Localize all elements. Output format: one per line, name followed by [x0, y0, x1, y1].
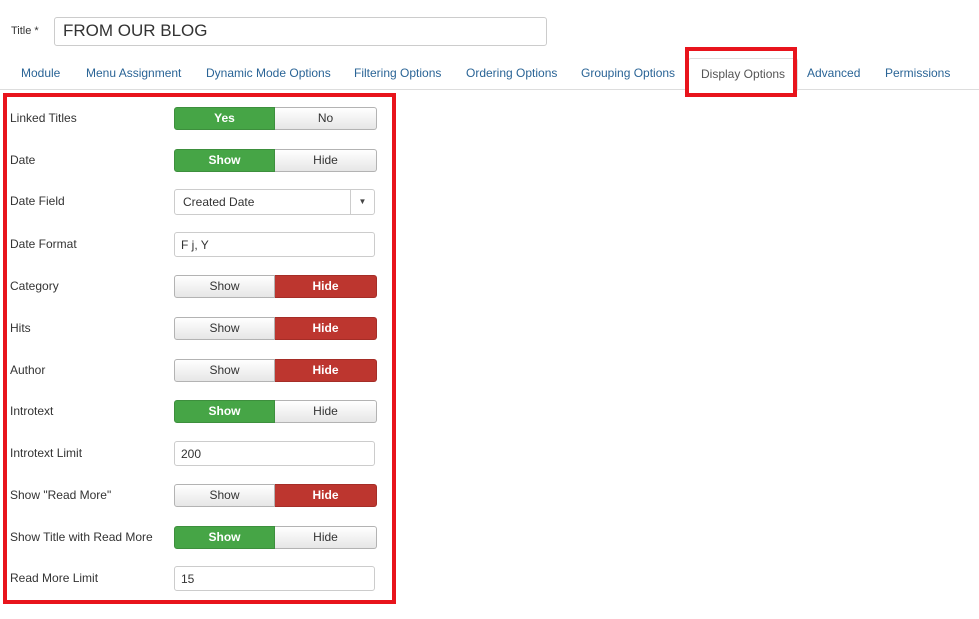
show-title-read-more-hide-button[interactable]: Hide [275, 526, 377, 549]
tab-grouping-options[interactable]: Grouping Options [581, 56, 675, 90]
linked-titles-yes-button[interactable]: Yes [174, 107, 275, 130]
option-author: Author Show Hide [10, 358, 380, 382]
option-date: Date Show Hide [10, 148, 380, 172]
hits-hide-button[interactable]: Hide [275, 317, 377, 340]
show-read-more-show-button[interactable]: Show [174, 484, 275, 507]
option-category: Category Show Hide [10, 274, 380, 298]
option-label: Linked Titles [10, 111, 77, 125]
option-label: Date Format [10, 237, 77, 251]
date-show-button[interactable]: Show [174, 149, 275, 172]
tab-display-options[interactable]: Display Options [688, 58, 799, 91]
tab-permissions[interactable]: Permissions [885, 56, 950, 90]
option-label: Show Title with Read More [10, 530, 153, 544]
option-label: Date Field [10, 194, 65, 208]
option-read-more-limit: Read More Limit [10, 566, 380, 591]
show-title-read-more-toggle: Show Hide [174, 526, 377, 549]
category-hide-button[interactable]: Hide [275, 275, 377, 298]
option-label: Date [10, 153, 36, 167]
option-date-format: Date Format [10, 232, 380, 257]
option-introtext: Introtext Show Hide [10, 399, 380, 423]
caret-down-icon[interactable]: ▼ [350, 190, 374, 214]
category-show-button[interactable]: Show [174, 275, 275, 298]
introtext-hide-button[interactable]: Hide [275, 400, 377, 423]
tab-dynamic-mode-options[interactable]: Dynamic Mode Options [206, 56, 331, 90]
tab-ordering-options[interactable]: Ordering Options [466, 56, 557, 90]
title-row: Title * [11, 16, 547, 46]
hits-toggle: Show Hide [174, 317, 377, 340]
date-field-select[interactable]: Created Date ▼ [174, 189, 375, 215]
tab-bar: Module Menu Assignment Dynamic Mode Opti… [0, 56, 979, 91]
author-hide-button[interactable]: Hide [275, 359, 377, 382]
option-show-read-more: Show "Read More" Show Hide [10, 483, 380, 507]
title-label: Title * [11, 25, 39, 37]
tab-menu-assignment[interactable]: Menu Assignment [86, 56, 181, 90]
option-label: Hits [10, 321, 31, 335]
option-linked-titles: Linked Titles Yes No [10, 106, 380, 130]
author-toggle: Show Hide [174, 359, 377, 382]
category-toggle: Show Hide [174, 275, 377, 298]
read-more-limit-input[interactable] [174, 566, 375, 591]
show-title-read-more-show-button[interactable]: Show [174, 526, 275, 549]
hits-show-button[interactable]: Show [174, 317, 275, 340]
option-show-title-read-more: Show Title with Read More Show Hide [10, 525, 380, 549]
date-format-input[interactable] [174, 232, 375, 257]
show-read-more-hide-button[interactable]: Hide [275, 484, 377, 507]
option-label: Read More Limit [10, 571, 99, 585]
tab-module[interactable]: Module [21, 56, 60, 90]
date-toggle: Show Hide [174, 149, 377, 172]
linked-titles-no-button[interactable]: No [275, 107, 377, 130]
linked-titles-toggle: Yes No [174, 107, 377, 130]
introtext-toggle: Show Hide [174, 400, 377, 423]
option-introtext-limit: Introtext Limit [10, 441, 380, 466]
date-hide-button[interactable]: Hide [275, 149, 377, 172]
option-hits: Hits Show Hide [10, 316, 380, 340]
tab-filtering-options[interactable]: Filtering Options [354, 56, 441, 90]
option-label: Introtext [10, 404, 54, 418]
option-label: Show "Read More" [10, 488, 112, 502]
introtext-limit-input[interactable] [174, 441, 375, 466]
tab-advanced[interactable]: Advanced [807, 56, 860, 90]
option-label: Author [10, 363, 46, 377]
show-read-more-toggle: Show Hide [174, 484, 377, 507]
date-field-value: Created Date [183, 195, 255, 209]
author-show-button[interactable]: Show [174, 359, 275, 382]
title-input[interactable] [54, 16, 547, 46]
introtext-show-button[interactable]: Show [174, 400, 275, 423]
option-label: Introtext Limit [10, 446, 83, 460]
option-label: Category [10, 279, 59, 293]
option-date-field: Date Field Created Date ▼ [10, 189, 380, 215]
